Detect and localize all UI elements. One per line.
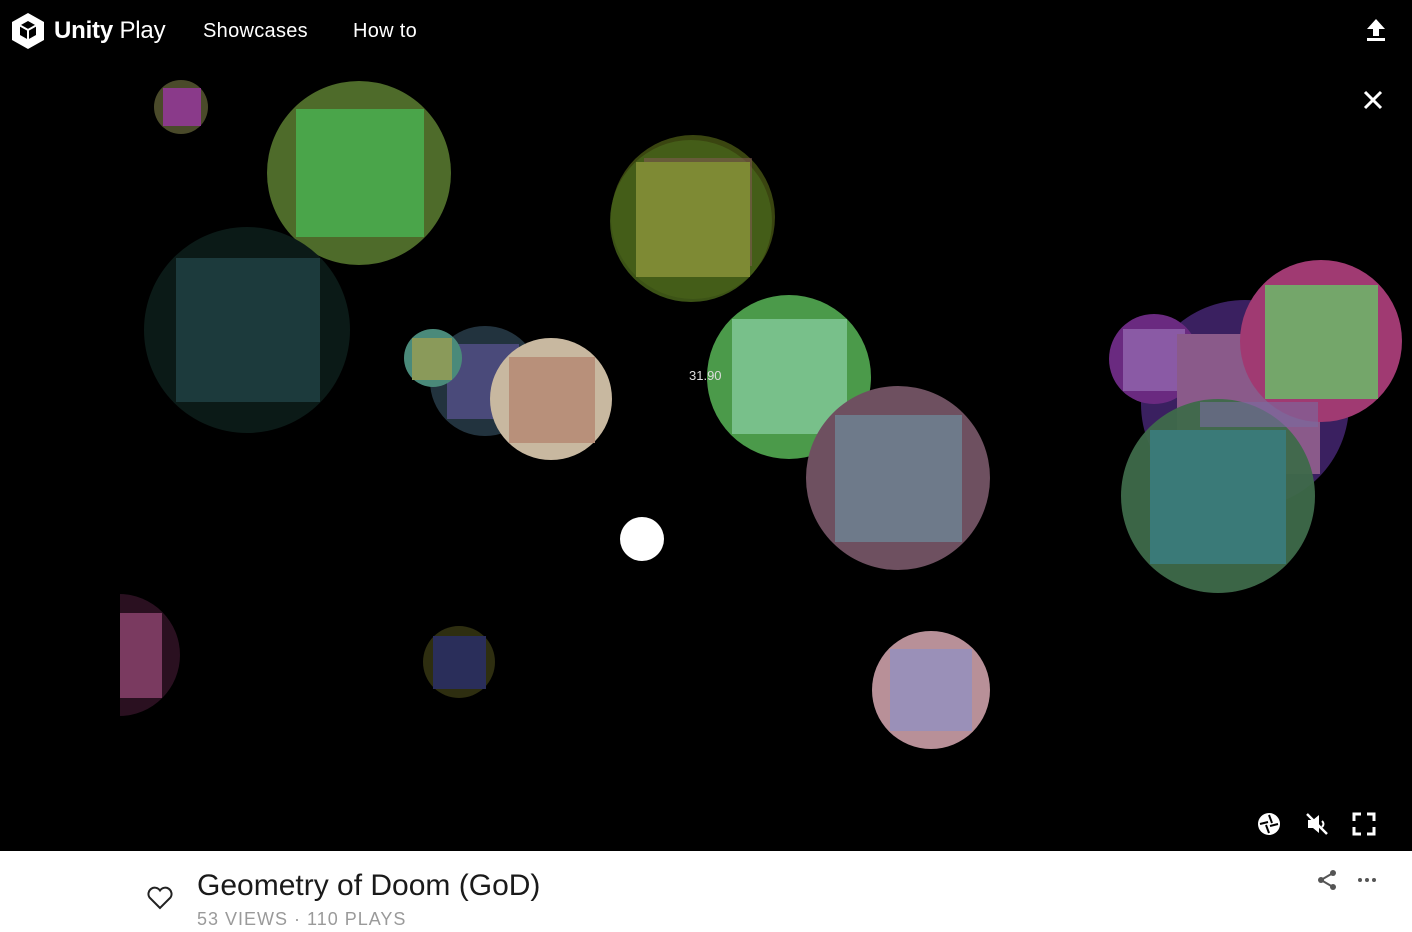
game-info-panel: Geometry of Doom (GoD) 53 VIEWS · 110 PL… <box>0 851 1412 932</box>
game-canvas[interactable]: 31.90 <box>0 62 1412 851</box>
enemy-square <box>1200 402 1318 427</box>
nav-howto-link[interactable]: How to <box>353 20 417 43</box>
enemy-square <box>890 649 972 731</box>
logo-unity-text: Unity <box>54 17 114 44</box>
enemy-square <box>1123 329 1185 391</box>
enemy-square <box>176 258 320 402</box>
unity-cube-icon <box>12 13 44 49</box>
enemy-square <box>296 109 424 237</box>
player-dot <box>620 517 664 561</box>
fullscreen-icon[interactable] <box>1351 811 1377 837</box>
top-nav-bar: Unity Play Showcases How to <box>0 0 1412 62</box>
share-icon[interactable] <box>1316 869 1338 891</box>
game-title: Geometry of Doom (GoD) <box>197 869 541 902</box>
close-icon[interactable] <box>1362 89 1384 111</box>
enemy-square <box>509 357 595 443</box>
logo-play-text: Play <box>119 17 166 44</box>
enemy-square <box>1150 430 1286 564</box>
enemy-square <box>433 636 486 689</box>
score-text: 31.90 <box>689 368 722 383</box>
enemy-square <box>835 415 962 542</box>
more-icon[interactable] <box>1356 869 1378 891</box>
game-scene <box>0 62 1402 851</box>
unity-play-logo[interactable]: Unity Play <box>10 11 166 51</box>
heart-icon[interactable] <box>146 885 174 911</box>
enemy-square <box>1265 285 1378 399</box>
nav-showcases-link[interactable]: Showcases <box>203 20 308 43</box>
game-stats: 53 VIEWS · 110 PLAYS <box>197 909 407 929</box>
left-mask <box>0 62 120 851</box>
enemy-square <box>636 162 750 277</box>
enemy-square <box>163 88 201 126</box>
upload-icon[interactable] <box>1364 17 1388 43</box>
enemy-square <box>119 613 162 698</box>
enemy-square <box>412 338 452 380</box>
screenshot-icon[interactable] <box>1256 811 1282 837</box>
mute-icon[interactable] <box>1304 811 1330 837</box>
